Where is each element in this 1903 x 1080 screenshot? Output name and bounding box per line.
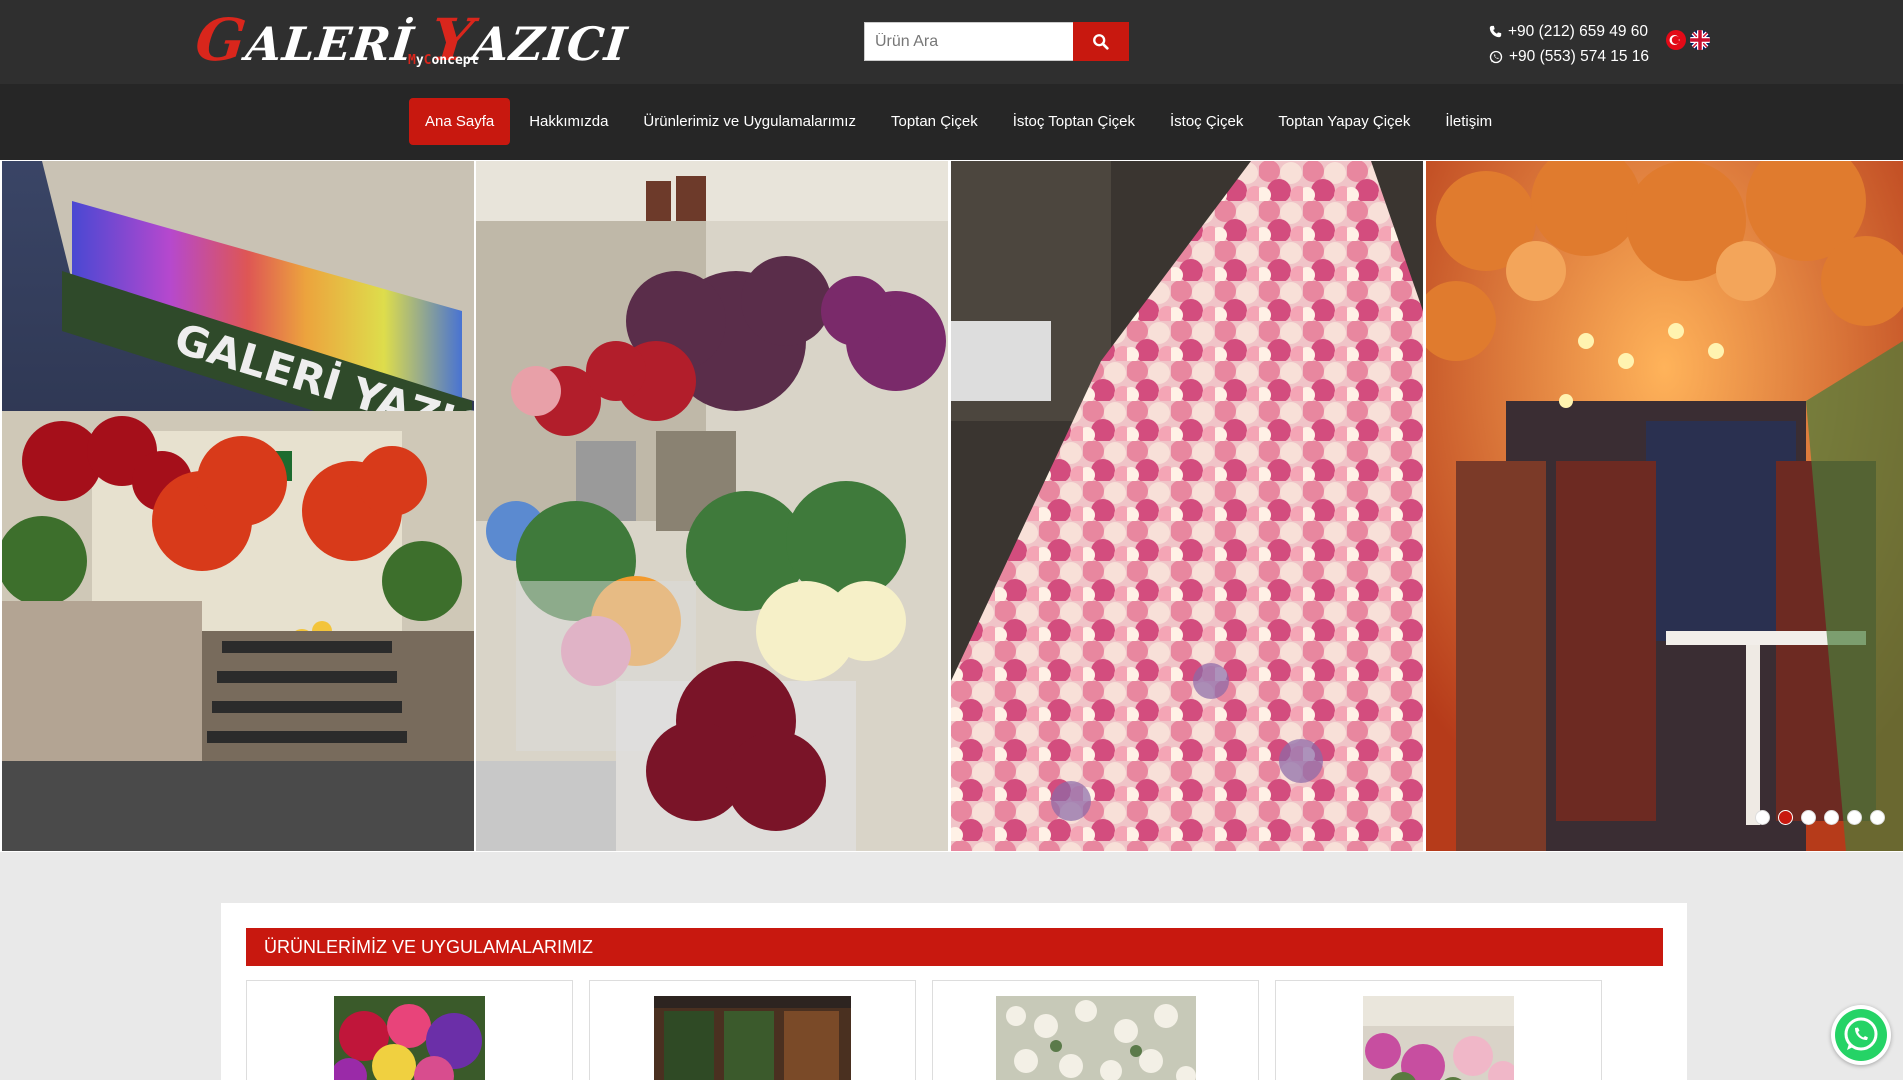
uk-flag-icon[interactable] <box>1690 30 1710 50</box>
main-nav: Ana Sayfa Hakkımızda Ürünlerimiz ve Uygu… <box>409 98 1511 145</box>
contact-info: +90 (212) 659 49 60 +90 (553) 574 15 16 <box>1489 19 1649 69</box>
slider-dot-5[interactable] <box>1847 810 1862 825</box>
slider-dot-2[interactable] <box>1778 810 1793 825</box>
search-button[interactable] <box>1073 22 1129 61</box>
turkey-flag-icon[interactable] <box>1666 30 1686 50</box>
main-navbar: Ana Sayfa Hakkımızda Ürünlerimiz ve Uygu… <box>0 84 1903 160</box>
nav-item-products[interactable]: Ürünlerimiz ve Uygulamalarımız <box>627 98 872 145</box>
slider-dots <box>1755 810 1885 825</box>
search-input[interactable] <box>864 22 1073 61</box>
phone-number: +90 (212) 659 49 60 <box>1508 23 1649 40</box>
white-flowers-thumb <box>996 996 1196 1080</box>
hero-slider: GALERİ YAZICI <box>0 160 1903 852</box>
whatsapp-chat-button[interactable] <box>1831 1005 1891 1065</box>
products-section: ÜRÜNLERİMİZ VE UYGULAMALARIMIZ <box>221 903 1687 1080</box>
product-grid <box>246 980 1602 1080</box>
product-card[interactable] <box>246 980 573 1080</box>
green-wall-thumb <box>654 996 851 1080</box>
product-card[interactable] <box>1275 980 1602 1080</box>
phone-icon <box>1489 25 1502 38</box>
whatsapp-icon <box>1835 1009 1887 1061</box>
nav-item-artificial-flowers[interactable]: Toptan Yapay Çiçek <box>1262 98 1426 145</box>
product-card[interactable] <box>589 980 916 1080</box>
flower-bouquet-thumb <box>334 996 485 1080</box>
search-icon <box>1093 33 1109 50</box>
search-form <box>864 22 1129 61</box>
shop-interior-photo <box>476 161 948 851</box>
whatsapp-number: +90 (553) 574 15 16 <box>1509 48 1650 65</box>
whatsapp-contact[interactable]: +90 (553) 574 15 16 <box>1489 44 1649 69</box>
nav-item-istoc-wholesale[interactable]: İstoç Toptan Çiçek <box>997 98 1151 145</box>
flower-wall-photo <box>951 161 1423 851</box>
logo-tagline: MyConcept <box>408 53 479 68</box>
section-title: ÜRÜNLERİMİZ VE UYGULAMALARIMIZ <box>246 928 1663 966</box>
slider-dot-1[interactable] <box>1755 810 1770 825</box>
nav-item-contact[interactable]: İletişim <box>1429 98 1508 145</box>
nav-item-istoc-flowers[interactable]: İstoç Çiçek <box>1154 98 1259 145</box>
top-header: GALERİ YAZICI MyConcept +90 (212) 659 49… <box>0 0 1903 84</box>
phone-contact[interactable]: +90 (212) 659 49 60 <box>1489 19 1649 44</box>
flower-shop-interior-thumb <box>1363 996 1514 1080</box>
cafe-decor-photo <box>1426 161 1903 851</box>
site-logo[interactable]: GALERİ YAZICI MyConcept <box>192 6 630 74</box>
nav-item-wholesale-flowers[interactable]: Toptan Çiçek <box>875 98 994 145</box>
language-switcher <box>1666 30 1710 50</box>
whatsapp-icon <box>1489 50 1503 63</box>
storefront-photo: GALERİ YAZICI <box>2 161 474 851</box>
nav-item-about[interactable]: Hakkımızda <box>513 98 624 145</box>
nav-item-home[interactable]: Ana Sayfa <box>409 98 511 145</box>
slider-dot-4[interactable] <box>1824 810 1839 825</box>
slider-dot-3[interactable] <box>1801 810 1816 825</box>
product-card[interactable] <box>932 980 1259 1080</box>
slider-dot-6[interactable] <box>1870 810 1885 825</box>
